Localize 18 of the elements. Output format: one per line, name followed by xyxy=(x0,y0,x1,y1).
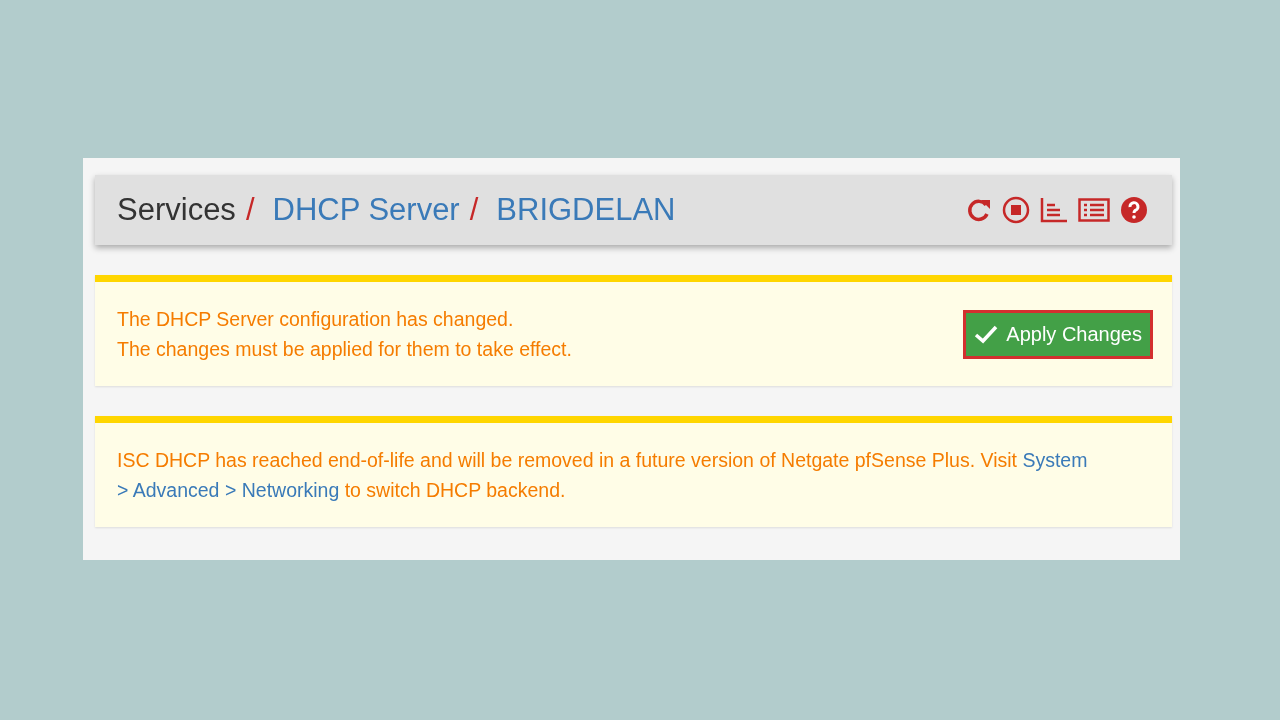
chart-icon[interactable] xyxy=(1040,197,1068,223)
apply-changes-button[interactable]: Apply Changes xyxy=(966,312,1150,356)
link[interactable]: Networking xyxy=(241,479,340,501)
breadcrumb-separator: / xyxy=(245,192,255,228)
notice-text: ISC DHCP has reached end-of-life and will be removed in a future version of Netgate pfSense Plus. Visit System > Advanced > Networking to switch DHCP backend. xyxy=(117,448,1089,503)
list-icon[interactable] xyxy=(1078,198,1110,222)
help-icon[interactable] xyxy=(1120,196,1148,224)
notice-text: The DHCP Server configuration has changed. xyxy=(117,307,515,332)
breadcrumb-link[interactable]: BRIGDELAN xyxy=(496,192,676,228)
link[interactable]: > Advanced > xyxy=(117,479,237,501)
breadcrumb-separator: / xyxy=(469,192,479,228)
reload-icon[interactable] xyxy=(966,197,992,223)
stop-icon[interactable] xyxy=(1002,196,1030,224)
breadcrumb-text: Services xyxy=(117,192,236,228)
breadcrumb-link[interactable]: DHCP Server xyxy=(272,192,460,228)
link[interactable]: System xyxy=(1022,449,1088,471)
notice-text: The changes must be applied for them to take effect. xyxy=(117,337,572,362)
checkmark-icon xyxy=(974,324,999,344)
